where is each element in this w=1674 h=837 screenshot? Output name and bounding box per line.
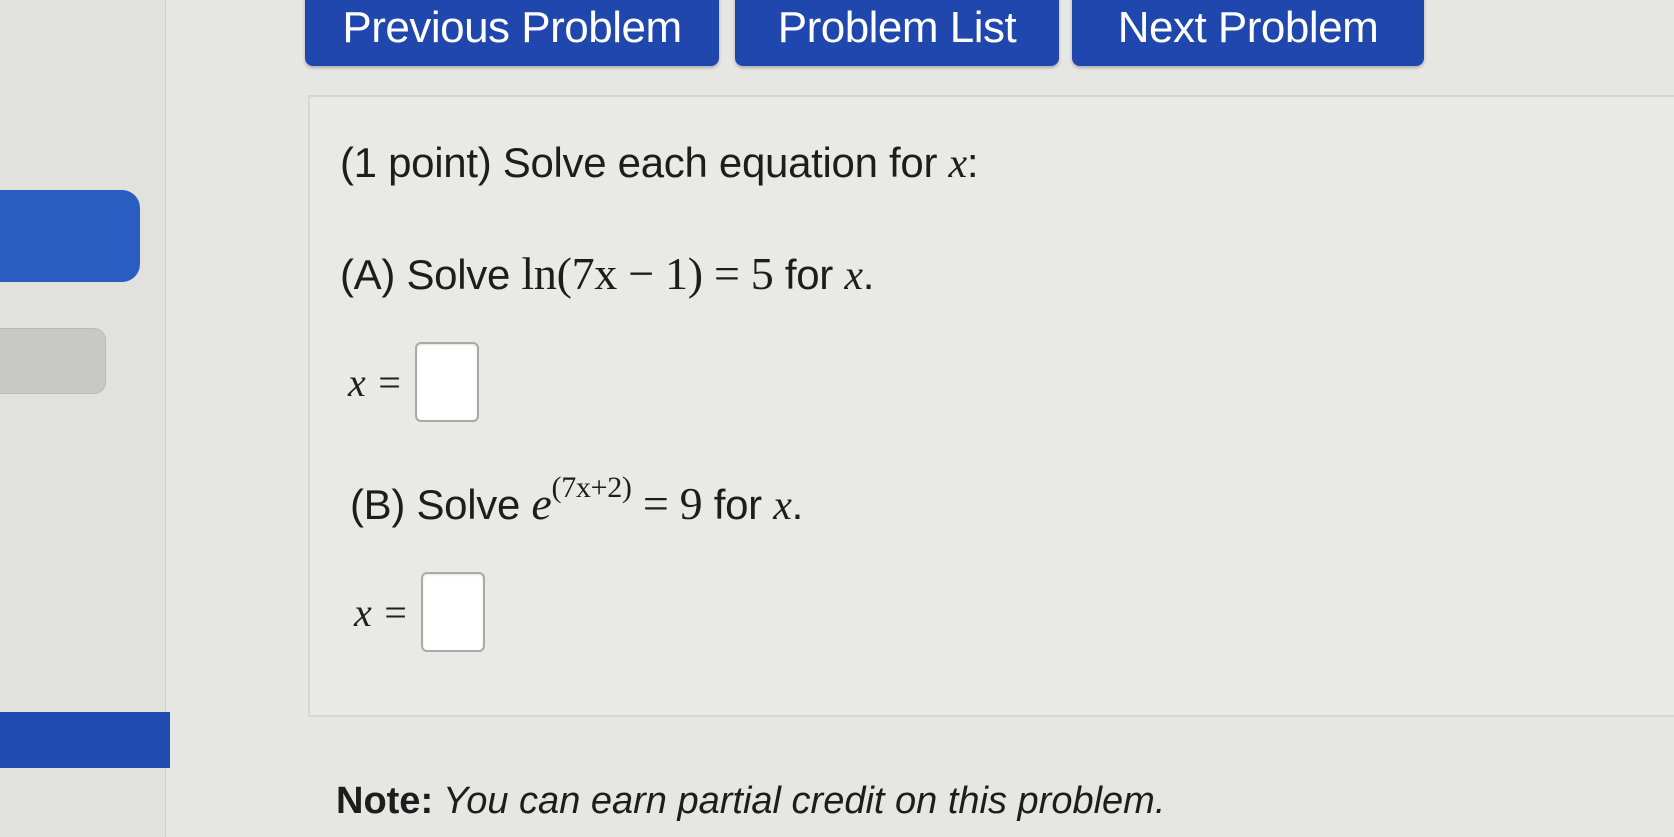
part-a-answer-row: x = bbox=[348, 342, 479, 422]
problem-intro: (1 point) Solve each equation for x: bbox=[340, 139, 979, 187]
part-b-base: e bbox=[531, 478, 552, 529]
part-a-question: (A) Solve ln(7x − 1) = 5 for x. bbox=[340, 248, 875, 299]
part-a-answer-input[interactable] bbox=[414, 342, 479, 422]
partial-credit-note: Note: You can earn partial credit on thi… bbox=[336, 780, 1165, 823]
sidebar-bottom-bar[interactable] bbox=[0, 712, 170, 768]
part-a-answer-label: x = bbox=[348, 359, 403, 405]
sidebar-active-tab[interactable] bbox=[0, 190, 140, 282]
note-label: Note: bbox=[336, 780, 434, 822]
part-b-rhs: = 9 bbox=[631, 478, 703, 529]
part-b-answer-label: x = bbox=[354, 589, 409, 635]
sidebar-tab[interactable] bbox=[0, 328, 106, 394]
problem-panel: (1 point) Solve each equation for x: (A)… bbox=[308, 95, 1674, 717]
problem-list-button[interactable]: Problem List bbox=[735, 0, 1059, 66]
part-b-exponent: (7x+2) bbox=[551, 471, 632, 504]
next-problem-button[interactable]: Next Problem bbox=[1072, 0, 1424, 66]
note-text: You can earn partial credit on this prob… bbox=[433, 780, 1166, 822]
part-b-question: (B) Solve e(7x+2) = 9 for x. bbox=[350, 471, 803, 529]
part-b-answer-row: x = bbox=[354, 572, 485, 652]
part-a-equation: ln(7x − 1) = 5 bbox=[521, 248, 774, 299]
previous-problem-button[interactable]: Previous Problem bbox=[305, 0, 719, 66]
part-b-answer-input[interactable] bbox=[420, 572, 485, 652]
